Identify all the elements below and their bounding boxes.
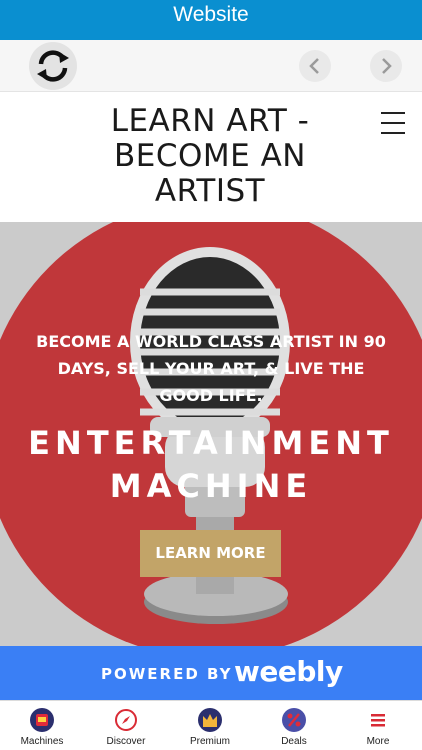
percent-icon (282, 708, 306, 732)
tab-label: Machines (20, 736, 64, 747)
hero-heading-line-1: ENTERTAINMENT (28, 424, 394, 462)
site-title[interactable]: LEARN ART - BECOME AN ARTIST (80, 104, 340, 209)
hero-tagline: BECOME A WORLD CLASS ARTIST IN 90 DAYS, … (36, 332, 386, 405)
back-button[interactable] (299, 50, 331, 82)
tab-more[interactable]: More (336, 701, 420, 750)
slot-machine-icon (30, 708, 54, 732)
chevron-right-icon (382, 58, 392, 74)
forward-button[interactable] (370, 50, 402, 82)
powered-by-label: POWERED BY (101, 665, 233, 683)
refresh-button[interactable] (29, 42, 77, 90)
compass-icon (115, 709, 137, 731)
tab-machines[interactable]: Machines (0, 701, 84, 750)
crown-icon (198, 708, 222, 732)
browser-nav-bar (0, 40, 422, 92)
window-title-bar: Website (0, 0, 422, 40)
menu-icon (371, 714, 385, 727)
hero-banner: BECOME A WORLD CLASS ARTIST IN 90 DAYS, … (0, 222, 422, 646)
bottom-tab-bar: Machines Discover Premium Deals More (0, 700, 422, 750)
hero-heading-line-2: MACHINE (109, 467, 313, 505)
learn-more-button[interactable]: LEARN MORE (140, 530, 281, 577)
weebly-logo: weebly (234, 655, 343, 688)
tab-label: Deals (281, 736, 307, 747)
tab-premium[interactable]: Premium (168, 701, 252, 750)
tab-discover[interactable]: Discover (84, 701, 168, 750)
window-title: Website (173, 3, 249, 26)
tab-deals[interactable]: Deals (252, 701, 336, 750)
powered-by-banner[interactable]: POWERED BY weebly (0, 646, 422, 700)
refresh-icon (37, 50, 69, 82)
hamburger-menu-icon[interactable] (381, 112, 405, 134)
hero-heading: ENTERTAINMENT MACHINE (10, 422, 412, 508)
tab-label: More (366, 736, 390, 747)
site-header: LEARN ART - BECOME AN ARTIST (0, 92, 422, 222)
chevron-left-icon (309, 58, 319, 74)
tab-label: Premium (189, 736, 230, 747)
tab-label: Discover (106, 736, 146, 747)
